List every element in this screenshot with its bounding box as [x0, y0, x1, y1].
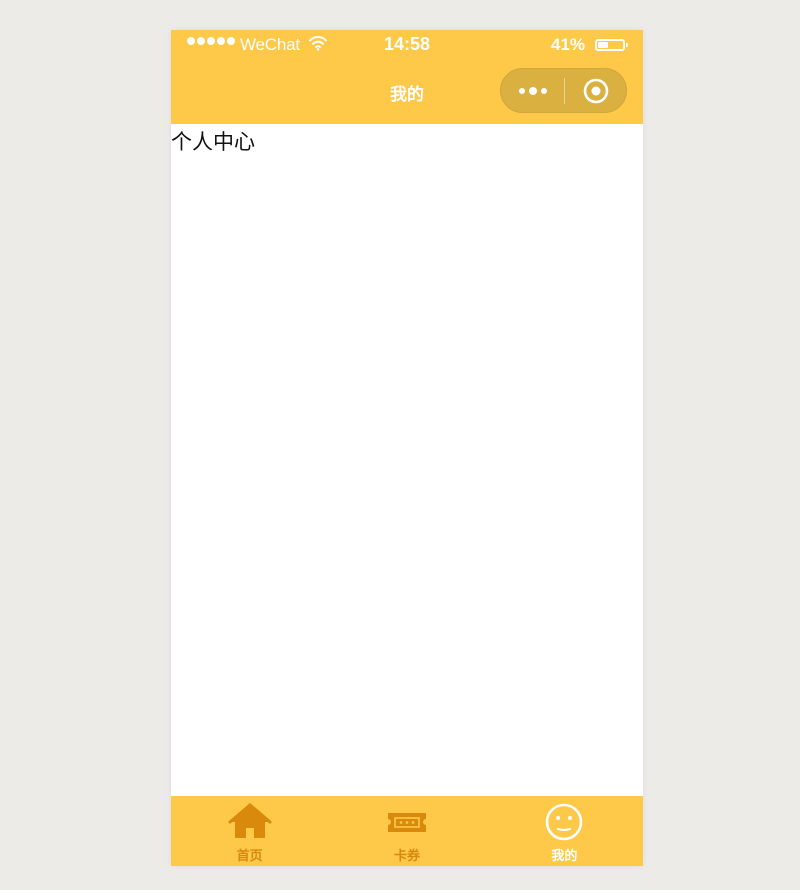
battery-icon: [595, 39, 628, 51]
tab-mine-label: 我的: [551, 849, 578, 864]
target-circle-icon: [583, 78, 608, 103]
mini-program-capsule: [500, 68, 627, 113]
tab-bar: 首页 卡券 我的: [171, 796, 643, 866]
ticket-icon: [387, 813, 426, 832]
more-dots-icon: [518, 87, 525, 94]
page-content: 个人中心: [171, 124, 643, 796]
battery-percentage: 41%: [551, 35, 586, 54]
tab-coupons[interactable]: 卡券: [328, 796, 485, 866]
phone-screen: WeChat 14:58 41% 我的 个人中心 首页 卡券 我的: [171, 30, 643, 866]
tab-mine[interactable]: 我的: [486, 796, 643, 866]
navigation-bar: 我的: [171, 60, 643, 124]
home-icon: [228, 803, 272, 838]
tab-home[interactable]: 首页: [171, 796, 328, 866]
tab-coupons-label: 卡券: [393, 849, 420, 864]
smiley-face-icon: [546, 803, 583, 841]
close-miniprogram-button[interactable]: [565, 69, 626, 112]
status-bar: WeChat 14:58 41%: [171, 30, 643, 60]
personal-center-text: 个人中心: [171, 130, 255, 154]
more-button[interactable]: [501, 69, 564, 112]
tab-home-label: 首页: [236, 849, 263, 864]
